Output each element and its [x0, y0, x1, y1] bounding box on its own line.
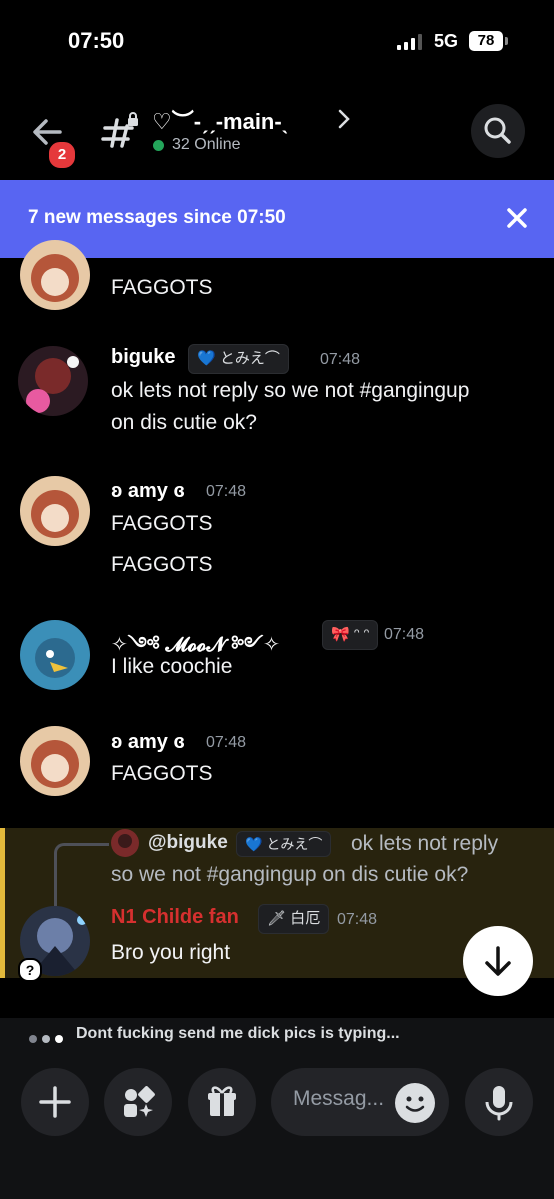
close-icon: [507, 208, 527, 228]
channel-name[interactable]: ♡︶-ˏˏ-main-ˎ: [152, 104, 289, 136]
message-text: I like coochie: [111, 655, 233, 678]
message-placeholder[interactable]: Messag...: [293, 1087, 384, 1111]
message-text: FAGGOTS: [111, 553, 213, 576]
author-name[interactable]: ʚ amy ɞ: [111, 480, 185, 503]
author-name[interactable]: ʚ amy ɞ: [111, 731, 185, 754]
microphone-icon: [485, 1086, 513, 1121]
timestamp: 07:48: [384, 626, 425, 643]
message-text: Bro you right: [111, 941, 231, 964]
avatar-amy[interactable]: [20, 240, 90, 310]
avatar-biguke[interactable]: [18, 346, 88, 416]
close-banner-button[interactable]: [500, 201, 534, 235]
user-tag: 🎀 ᵔ ᵔ: [322, 620, 379, 650]
gift-button[interactable]: [188, 1068, 256, 1136]
gift-icon: [208, 1086, 236, 1116]
typing-dots-icon: [28, 1031, 68, 1049]
plus-icon: [39, 1086, 71, 1118]
unread-badge: 2: [47, 140, 77, 170]
online-count: 32 Online: [172, 136, 241, 153]
avatar-amy[interactable]: [20, 726, 90, 796]
new-messages-text[interactable]: 7 new messages since 07:50: [28, 207, 286, 229]
message-text: on dis cutie ok?: [111, 411, 257, 434]
apps-icon: [124, 1086, 155, 1117]
avatar-moon[interactable]: [20, 620, 90, 690]
reply-author[interactable]: @biguke: [148, 832, 228, 854]
reply-connector: [54, 843, 109, 906]
chevron-right-icon[interactable]: [336, 108, 352, 130]
user-tag: 💙 とみえ⌒: [188, 344, 289, 374]
reply-user-tag: 💙 とみえ⌒: [236, 831, 332, 857]
message-text: ok lets not reply so we not #gangingup: [111, 379, 470, 402]
author-name[interactable]: N1 Childe fan: [111, 906, 239, 929]
mention-bar: [0, 828, 5, 978]
user-tag: 🗡 白厄: [258, 904, 330, 934]
signal-icon: [397, 34, 425, 50]
search-button[interactable]: [471, 104, 525, 158]
timestamp: 07:48: [337, 911, 378, 928]
locked-channel-icon: [100, 112, 142, 152]
jump-to-latest-button[interactable]: [463, 926, 533, 996]
help-icon: ?: [18, 958, 42, 982]
search-icon: [484, 117, 511, 144]
status-time: 07:50: [68, 28, 125, 53]
timestamp: 07:48: [206, 734, 247, 751]
reply-text[interactable]: so we not #gangingup on dis cutie ok?: [111, 859, 468, 891]
timestamp: 07:48: [320, 351, 361, 368]
voice-message-button[interactable]: [465, 1068, 533, 1136]
network-label: 5G: [434, 31, 459, 51]
emoji-icon[interactable]: [395, 1083, 435, 1123]
typing-text: Dont fucking send me dick pics is typing…: [76, 1025, 400, 1042]
author-name[interactable]: biguke: [111, 346, 175, 369]
arrow-down-icon: [485, 946, 511, 976]
reply-avatar[interactable]: [111, 829, 139, 857]
message-text: FAGGOTS: [111, 762, 213, 785]
reply-text[interactable]: ok lets not reply: [351, 828, 498, 860]
timestamp: 07:48: [206, 483, 247, 500]
battery-icon: 78: [469, 31, 503, 51]
message-text: FAGGOTS: [111, 276, 213, 299]
add-attachment-button[interactable]: [21, 1068, 89, 1136]
battery-tip: [505, 37, 508, 45]
avatar-amy[interactable]: [20, 476, 90, 546]
online-indicator: [153, 140, 164, 151]
message-text: FAGGOTS: [111, 512, 213, 535]
apps-button[interactable]: [104, 1068, 172, 1136]
